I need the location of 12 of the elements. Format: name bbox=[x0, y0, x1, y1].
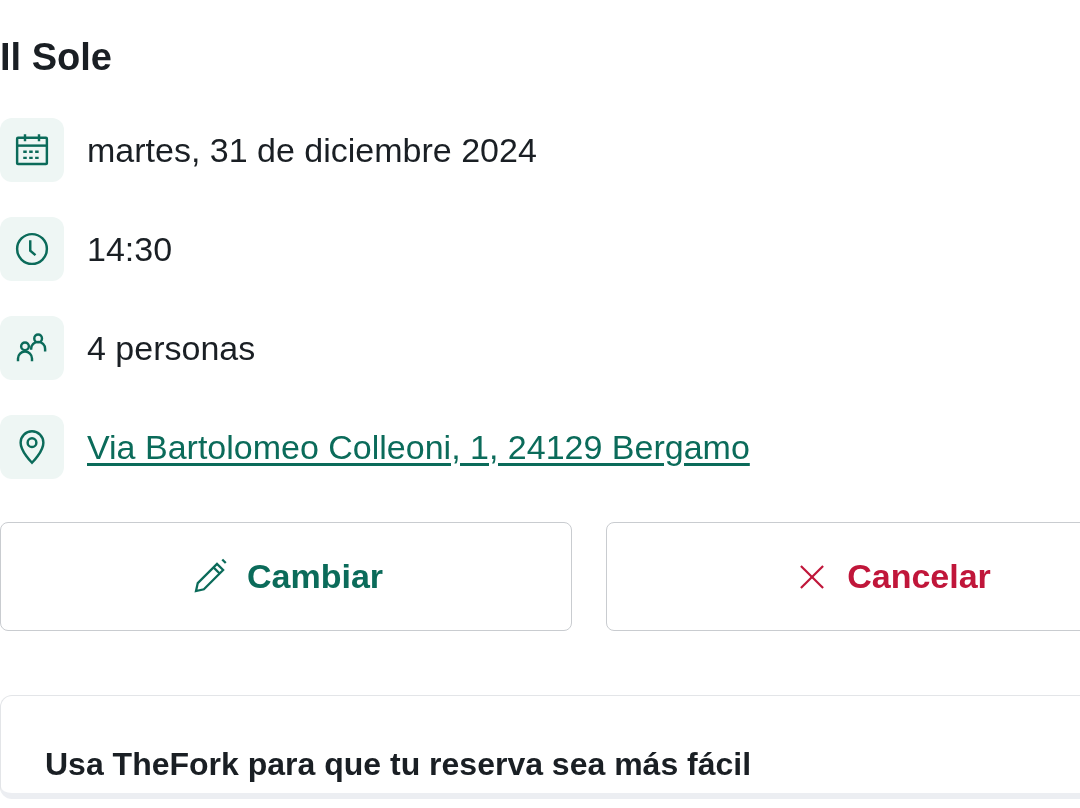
address-link[interactable]: Via Bartolomeo Colleoni, 1, 24129 Bergamo bbox=[87, 427, 750, 467]
date-text: martes, 31 de diciembre 2024 bbox=[87, 130, 537, 170]
calendar-icon bbox=[0, 118, 64, 182]
guests-text: 4 personas bbox=[87, 328, 256, 368]
time-text: 14:30 bbox=[87, 229, 173, 269]
location-pin-icon bbox=[0, 415, 64, 479]
clock-icon bbox=[0, 217, 64, 281]
restaurant-name: Il Sole bbox=[0, 35, 113, 80]
people-icon bbox=[0, 316, 64, 380]
promo-title: Usa TheFork para que tu reserva sea más fácil bbox=[45, 746, 753, 783]
edit-button[interactable]: Cambiar bbox=[0, 522, 572, 631]
cancel-button[interactable]: Cancelar bbox=[606, 522, 1080, 631]
